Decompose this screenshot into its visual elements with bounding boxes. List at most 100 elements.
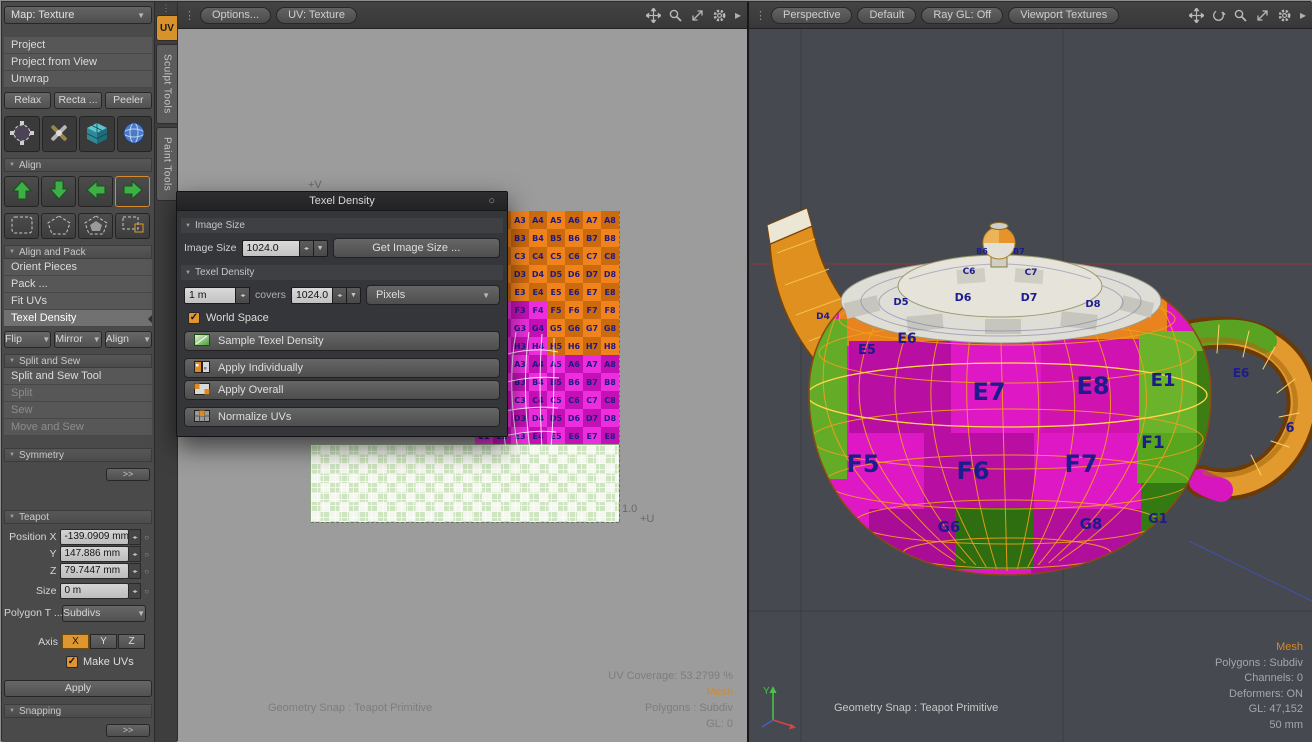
tab-sculpt-tools[interactable]: Sculpt Tools (156, 44, 177, 124)
symmetry-expand-button[interactable]: >> (106, 468, 150, 481)
world-space-checkbox[interactable]: ✓ (188, 312, 200, 324)
uv-tools-button[interactable] (42, 116, 78, 152)
align-down-button[interactable] (41, 176, 76, 207)
grip-dots-icon[interactable]: ⋮ (162, 4, 171, 12)
maximize-icon[interactable] (689, 7, 706, 24)
value-field-y[interactable]: 147.886 mm (60, 546, 128, 562)
marquee-rect-button[interactable] (4, 213, 39, 239)
normalize-uvs-button[interactable]: Normalize UVs (184, 407, 500, 427)
image-size-input[interactable]: 1024.0 (242, 240, 300, 257)
axis-button-z[interactable]: Z (118, 634, 145, 649)
dropdown-align[interactable]: Align▼ (105, 331, 152, 348)
marquee-poly-fill-button[interactable] (78, 213, 113, 239)
uv-projection-button[interactable] (79, 116, 115, 152)
section-header-teapot[interactable]: ▼Teapot (4, 510, 152, 524)
uv-texture-button[interactable]: UV: Texture (276, 7, 357, 24)
uv-options-button[interactable]: Options... (200, 7, 271, 24)
chevron-down-icon[interactable]: ▼ (347, 287, 361, 304)
viewport-scene[interactable]: B6B7C6C7D5D6D7D8D4E5E6E7E8E1F5F6F7F1G6G8… (749, 29, 1312, 742)
polygon-type-dropdown[interactable]: Subdivs▼ (62, 605, 146, 622)
pan-icon[interactable] (1188, 7, 1205, 24)
grip-dots-icon[interactable]: ⋮ (184, 9, 195, 22)
orbit-icon[interactable] (1210, 7, 1227, 24)
sidebar-item-texel-density[interactable]: Texel Density (4, 310, 152, 327)
axis-button-y[interactable]: Y (90, 634, 117, 649)
pin-circle-icon[interactable]: ○ (488, 195, 495, 207)
stepper[interactable]: ◂▸ (300, 240, 314, 257)
viewport-button-perspective[interactable]: Perspective (771, 7, 852, 24)
zoom-icon[interactable] (1232, 7, 1249, 24)
channel-toggle[interactable]: ○ (141, 533, 152, 542)
tool-button-recta[interactable]: Recta ... (54, 92, 101, 109)
sidebar-item-orient-pieces[interactable]: Orient Pieces (4, 259, 152, 276)
maximize-icon[interactable] (1254, 7, 1271, 24)
tool-button-peeler[interactable]: Peeler (105, 92, 152, 109)
pan-icon[interactable] (645, 7, 662, 24)
panel-menu-chevron-icon[interactable]: ▸ (735, 8, 741, 22)
value-field-size[interactable]: 0 m (60, 583, 128, 599)
gear-icon[interactable] (711, 7, 728, 24)
dialog-section-texel-density[interactable]: ▼Texel Density (181, 265, 503, 280)
section-header-split-and-sew[interactable]: ▼Split and Sew (4, 354, 152, 368)
channel-toggle[interactable]: ○ (141, 567, 152, 576)
uv-transform-button[interactable] (4, 116, 40, 152)
sidebar-item-unwrap[interactable]: Unwrap (4, 71, 152, 88)
section-header-symmetry[interactable]: ▼Symmetry (4, 448, 152, 462)
viewport-button-ray-gl-off[interactable]: Ray GL: Off (921, 7, 1003, 24)
stepper[interactable]: ◂▸ (129, 583, 142, 599)
viewport-status-50-mm: 50 mm (1215, 718, 1303, 734)
map-selector[interactable]: Map: Texture ▼ (4, 6, 152, 24)
marquee-poly-button[interactable] (41, 213, 76, 239)
section-header-align[interactable]: ▼Align (4, 158, 152, 172)
section-header-align-and-pack[interactable]: ▼Align and Pack (4, 245, 152, 259)
apply-individually-button[interactable]: Apply Individually (184, 358, 500, 378)
value-field-position-x[interactable]: -139.0909 mm (60, 529, 128, 545)
rect-corner-button[interactable] (115, 213, 150, 239)
stepper[interactable]: ◂▸ (129, 529, 142, 545)
collapse-triangle-icon: ▼ (9, 358, 15, 364)
chevron-down-icon[interactable]: ▼ (314, 240, 328, 257)
dialog-section-image-size[interactable]: ▼Image Size (181, 218, 503, 233)
align-up-button[interactable] (4, 176, 39, 207)
uv-checker-cell: C4 (529, 247, 547, 265)
viewport-button-default[interactable]: Default (857, 7, 916, 24)
panel-menu-chevron-icon[interactable]: ▸ (1300, 8, 1306, 22)
apply-overall-button[interactable]: Apply Overall (184, 380, 500, 400)
sidebar-item-fit-uvs[interactable]: Fit UVs (4, 293, 152, 310)
snapping-expand-button[interactable]: >> (106, 724, 150, 737)
dropdown-flip[interactable]: Flip▼ (4, 331, 51, 348)
sample-texel-density-button[interactable]: Sample Texel Density (184, 331, 500, 351)
viewport-button-viewport-textures[interactable]: Viewport Textures (1008, 7, 1119, 24)
sidebar-item-split-and-sew-tool[interactable]: Split and Sew Tool (4, 368, 152, 385)
axis-button-x[interactable]: X (62, 634, 89, 649)
tab-uv[interactable]: UV (156, 15, 177, 41)
sidebar-item-project[interactable]: Project (4, 37, 152, 54)
tool-button-relax[interactable]: Relax (4, 92, 51, 109)
apply-button[interactable]: Apply (4, 680, 152, 697)
pixels-count-input[interactable]: 1024.0 (291, 287, 333, 304)
zoom-icon[interactable] (667, 7, 684, 24)
gear-icon[interactable] (1276, 7, 1293, 24)
sidebar-item-pack[interactable]: Pack ... (4, 276, 152, 293)
channel-toggle[interactable]: ○ (141, 587, 152, 596)
tab-paint-tools[interactable]: Paint Tools (156, 127, 177, 201)
uv-checker-cell: G7 (583, 319, 601, 337)
density-input[interactable]: 1 m (184, 287, 236, 304)
section-header-snapping[interactable]: ▼Snapping (4, 704, 152, 718)
sidebar-item-project-from-view[interactable]: Project from View (4, 54, 152, 71)
uv-sphere-button[interactable] (117, 116, 153, 152)
get-image-size-button[interactable]: Get Image Size ... (333, 238, 500, 258)
stepper[interactable]: ◂▸ (129, 546, 142, 562)
stepper[interactable]: ◂▸ (333, 287, 347, 304)
dropdown-mirror[interactable]: Mirror▼ (54, 331, 101, 348)
make-uvs-checkbox[interactable]: ✓ (66, 656, 78, 668)
stepper[interactable]: ◂▸ (129, 563, 142, 579)
value-field-z[interactable]: 79.7447 mm (60, 563, 128, 579)
align-right-button[interactable] (115, 176, 150, 207)
pixels-dropdown[interactable]: Pixels▼ (366, 285, 500, 305)
channel-toggle[interactable]: ○ (141, 550, 152, 559)
stepper[interactable]: ◂▸ (236, 287, 250, 304)
dialog-title-bar[interactable]: Texel Density ○ (177, 192, 507, 211)
align-left-button[interactable] (78, 176, 113, 207)
grip-dots-icon[interactable]: ⋮ (755, 9, 766, 22)
